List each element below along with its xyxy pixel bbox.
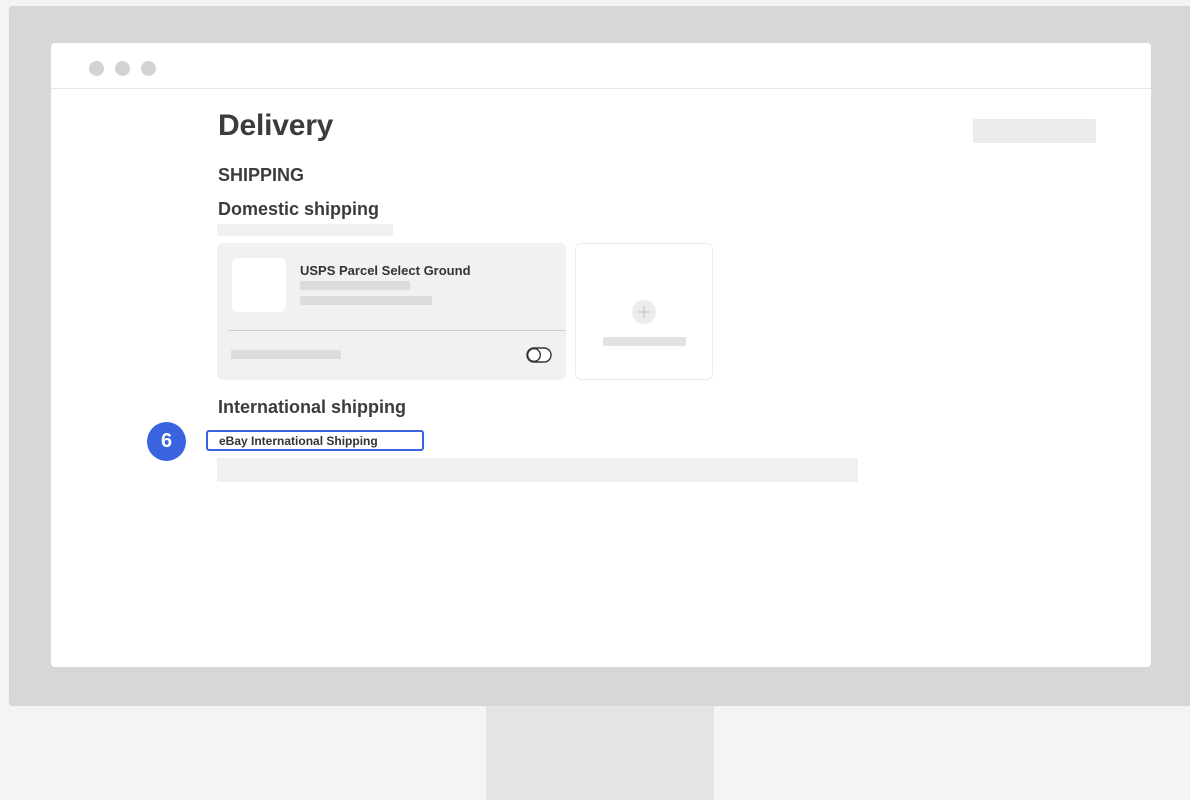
card-divider [228, 330, 566, 331]
plus-icon [632, 300, 656, 324]
highlighted-option-box[interactable]: eBay International Shipping [206, 430, 424, 451]
service-toggle-icon[interactable] [526, 347, 552, 363]
app-window: Delivery SHIPPING Domestic shipping USPS… [51, 43, 1151, 667]
ebay-international-shipping-option: eBay International Shipping [219, 434, 378, 448]
window-minimize-dot[interactable] [115, 61, 130, 76]
service-detail-placeholder-1 [300, 281, 410, 290]
section-label-shipping: SHIPPING [218, 165, 305, 185]
window-maximize-dot[interactable] [141, 61, 156, 76]
window-close-dot[interactable] [89, 61, 104, 76]
add-service-label-placeholder [603, 337, 686, 346]
service-name: USPS Parcel Select Ground [300, 263, 471, 278]
domestic-service-card[interactable]: USPS Parcel Select Ground [217, 243, 566, 380]
window-titlebar [51, 43, 1151, 89]
service-logo-placeholder [232, 258, 286, 312]
header-action-placeholder[interactable] [973, 119, 1096, 143]
service-detail-placeholder-2 [300, 296, 432, 305]
international-description-placeholder [217, 458, 858, 482]
page-title: Delivery [218, 109, 334, 142]
domestic-description-placeholder [217, 224, 393, 236]
step-number-badge: 6 [147, 422, 186, 461]
international-shipping-heading: International shipping [218, 397, 406, 417]
add-service-card[interactable] [575, 243, 713, 380]
service-price-placeholder [231, 350, 341, 359]
monitor-stand [486, 706, 714, 800]
domestic-shipping-heading: Domestic shipping [218, 199, 380, 219]
